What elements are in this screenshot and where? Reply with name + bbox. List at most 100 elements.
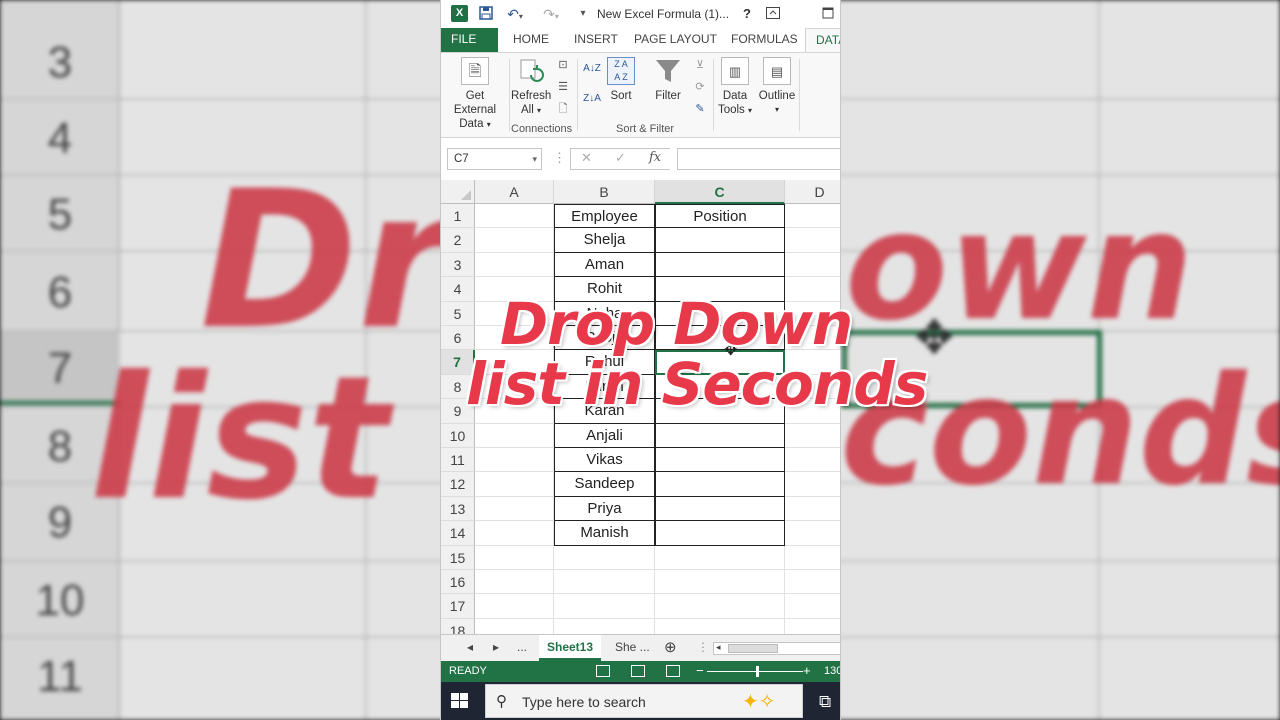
cell-d10[interactable] <box>785 424 840 448</box>
filter-button[interactable]: Filter <box>649 57 687 103</box>
ribbon-display-icon[interactable] <box>764 6 782 22</box>
redo-icon[interactable]: ↷▾ <box>539 6 563 22</box>
cell-c14[interactable] <box>655 521 785 546</box>
horizontal-scrollbar[interactable]: ◂ <box>713 642 840 655</box>
more-sheets-button[interactable]: ... <box>517 640 527 654</box>
row-header-18[interactable]: 18 <box>441 618 475 634</box>
name-box[interactable]: C7 ▾ <box>447 148 542 170</box>
scrollbar-thumb[interactable] <box>728 644 778 653</box>
cell-b17[interactable] <box>554 594 655 619</box>
cell-b12[interactable]: Sandeep <box>554 472 655 497</box>
cell-d2[interactable] <box>785 228 840 253</box>
row-header-1[interactable]: 1 <box>441 204 475 229</box>
tab-formulas[interactable]: FORMULAS <box>721 28 808 52</box>
add-sheet-icon[interactable]: ⊕ <box>664 638 677 656</box>
tab-home[interactable]: HOME <box>503 28 559 52</box>
row-header-4[interactable]: 4 <box>441 277 475 302</box>
cell-c13[interactable] <box>655 496 785 522</box>
cell-b2[interactable]: Shelja <box>554 228 655 253</box>
row-header-5[interactable]: 5 <box>441 301 475 326</box>
cell-d17[interactable] <box>785 594 840 619</box>
cell-d11[interactable] <box>785 448 840 473</box>
cell-c18[interactable] <box>655 618 785 634</box>
cell-b11[interactable]: Vikas <box>554 448 655 473</box>
cell-a16[interactable] <box>475 570 554 595</box>
zoom-slider-thumb[interactable] <box>756 666 759 677</box>
cell-a2[interactable] <box>475 228 554 253</box>
cell-c16[interactable] <box>655 570 785 595</box>
zoom-slider-track[interactable] <box>707 671 803 672</box>
select-all-corner[interactable] <box>441 180 475 204</box>
clear-filter-icon[interactable]: ⊻ <box>691 57 709 73</box>
cell-c11[interactable] <box>655 448 785 473</box>
reapply-filter-icon[interactable]: ⟳ <box>691 79 709 95</box>
cell-b3[interactable]: Aman <box>554 252 655 278</box>
row-header-12[interactable]: 12 <box>441 472 475 497</box>
sort-button[interactable]: Z AA Z Sort <box>603 57 639 103</box>
cell-a18[interactable] <box>475 618 554 634</box>
properties-icon[interactable]: ☰ <box>554 79 572 95</box>
cell-d12[interactable] <box>785 472 840 497</box>
cell-c10[interactable] <box>655 423 785 448</box>
cell-a17[interactable] <box>475 594 554 619</box>
column-header-d[interactable]: D <box>785 180 840 204</box>
row-header-14[interactable]: 14 <box>441 521 475 546</box>
row-header-6[interactable]: 6 <box>441 326 475 351</box>
cell-d15[interactable] <box>785 546 840 570</box>
cell-a13[interactable] <box>475 496 554 522</box>
cell-a3[interactable] <box>475 252 554 278</box>
cell-d14[interactable] <box>785 521 840 546</box>
cell-a12[interactable] <box>475 472 554 497</box>
cell-b16[interactable] <box>554 570 655 595</box>
refresh-all-button[interactable]: Refresh All ▾ <box>511 57 551 118</box>
row-header-16[interactable]: 16 <box>441 570 475 595</box>
cell-a11[interactable] <box>475 448 554 473</box>
formula-input[interactable] <box>677 148 840 170</box>
tab-insert[interactable]: INSERT <box>564 28 628 52</box>
cancel-icon[interactable]: ✕ <box>581 150 592 166</box>
normal-view-icon[interactable] <box>596 665 610 677</box>
help-button[interactable]: ? <box>738 6 756 22</box>
tab-data[interactable]: DATA <box>805 28 840 52</box>
cell-a1[interactable] <box>475 204 554 229</box>
undo-icon[interactable]: ↶▾ <box>503 6 527 22</box>
cell-c3[interactable] <box>655 252 785 278</box>
cell-c1[interactable]: Position <box>655 204 785 229</box>
cell-a10[interactable] <box>475 423 554 448</box>
column-header-a[interactable]: A <box>475 180 554 204</box>
scroll-left-icon[interactable]: ◂ <box>716 642 721 653</box>
sheet-tab-next[interactable]: She ... <box>607 635 658 661</box>
tab-page-layout[interactable]: PAGE LAYOUT <box>624 28 727 52</box>
row-header-10[interactable]: 10 <box>441 423 475 448</box>
enter-icon[interactable]: ✓ <box>615 150 626 166</box>
tab-file[interactable]: FILE <box>441 28 498 52</box>
cell-b14[interactable]: Manish <box>554 521 655 546</box>
data-tools-button[interactable]: ▥ Data Tools ▾ <box>715 57 755 118</box>
row-header-2[interactable]: 2 <box>441 228 475 253</box>
insert-function-icon[interactable]: fx <box>649 150 661 165</box>
get-external-data-button[interactable]: 🗎 Get External Data ▾ <box>444 57 506 132</box>
cell-d18[interactable] <box>785 619 840 634</box>
row-header-17[interactable]: 17 <box>441 594 475 619</box>
save-icon[interactable] <box>477 6 495 22</box>
zoom-level[interactable]: 130 <box>824 665 840 677</box>
cell-d3[interactable] <box>785 253 840 278</box>
customize-toolbar-icon[interactable]: ▾ <box>574 6 592 22</box>
edit-links-icon[interactable]: 🗋 <box>554 101 572 117</box>
row-header-13[interactable]: 13 <box>441 496 475 522</box>
row-header-11[interactable]: 11 <box>441 448 475 473</box>
cell-c17[interactable] <box>655 594 785 619</box>
next-sheet-icon[interactable]: ▸ <box>493 640 499 654</box>
name-box-dropdown-icon[interactable]: ▾ <box>532 149 537 169</box>
cell-b10[interactable]: Anjali <box>554 423 655 448</box>
cell-a14[interactable] <box>475 521 554 546</box>
zoom-in-icon[interactable]: + <box>803 663 811 678</box>
taskbar-search-box[interactable]: ⚲ Type here to search ✦✧ <box>485 684 803 718</box>
outline-button[interactable]: ▤ Outline ▾ <box>757 57 797 117</box>
cell-b15[interactable] <box>554 545 655 570</box>
page-layout-view-icon[interactable] <box>631 665 645 677</box>
connections-icon[interactable]: ⊡ <box>554 57 572 73</box>
advanced-filter-icon[interactable]: ✎ <box>691 101 709 117</box>
page-break-view-icon[interactable] <box>666 665 680 677</box>
cell-d1[interactable] <box>785 204 840 229</box>
